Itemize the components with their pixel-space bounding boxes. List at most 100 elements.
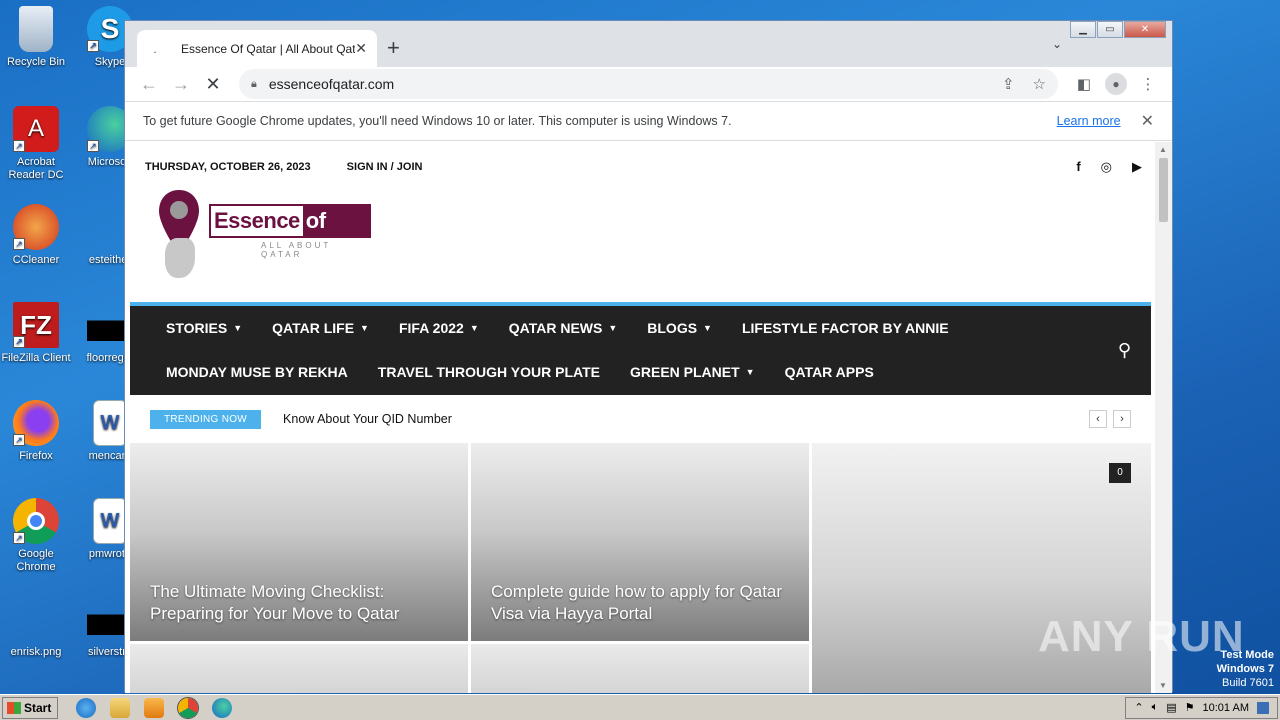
desktop-icon-label: Firefox xyxy=(19,450,53,462)
scroll-up-icon[interactable]: ▲ xyxy=(1159,145,1167,154)
featured-card-1[interactable]: The Ultimate Moving Checklist: Preparing… xyxy=(130,443,468,641)
maximize-button[interactable]: ▭ xyxy=(1097,21,1123,38)
desktop-icon-recycle-bin[interactable]: Recycle Bin xyxy=(0,6,72,69)
scrollbar-thumb[interactable] xyxy=(1159,158,1168,222)
tab-title: Essence Of Qatar | All About Qatar xyxy=(181,41,356,56)
desktop-icon-acrobat[interactable]: A ↗ Acrobat Reader DC xyxy=(0,106,72,182)
facebook-icon[interactable]: f xyxy=(1076,159,1080,175)
chrome-taskbar-icon[interactable] xyxy=(177,696,200,719)
clock[interactable]: 10:01 AM xyxy=(1203,702,1249,714)
nav-item-monday-muse[interactable]: MONDAY MUSE BY REKHA xyxy=(166,364,348,380)
learn-more-link[interactable]: Learn more xyxy=(1057,114,1121,128)
desktop-icon-filezilla[interactable]: FZ ↗ FileZilla Client xyxy=(0,302,72,365)
anyrun-watermark: ANY RUN xyxy=(1038,612,1245,661)
window-controls: ▁ ▭ ✕ xyxy=(1069,21,1166,38)
loading-favicon-icon: . xyxy=(153,41,157,56)
start-button[interactable]: Start xyxy=(2,696,59,719)
comment-count-badge[interactable]: 0 xyxy=(1109,463,1131,483)
desktop-icon-enrisk[interactable]: enrisk.png xyxy=(0,596,72,659)
featured-card-5[interactable] xyxy=(471,644,809,693)
taskbar: Start ⌃ 🔈︎ ▤ ⚑ 10:01 AM xyxy=(0,694,1280,720)
desktop-icon-label: FileZilla Client xyxy=(1,352,71,364)
acrobat-icon: A ↗ xyxy=(13,106,59,152)
close-window-button[interactable]: ✕ xyxy=(1124,21,1166,38)
new-tab-icon[interactable]: + xyxy=(387,35,400,61)
card-title[interactable]: Complete guide how to apply for Qatar Vi… xyxy=(491,581,793,625)
qatar-map-shape xyxy=(165,238,195,278)
trending-headline-link[interactable]: Know About Your QID Number xyxy=(283,412,452,426)
logo-tagline: ALL ABOUT QATAR xyxy=(261,241,332,259)
profile-avatar-icon[interactable]: ● xyxy=(1105,73,1127,95)
chevron-down-icon: ▼ xyxy=(745,367,755,377)
nav-item-blogs[interactable]: BLOGS ▼ xyxy=(647,320,712,336)
infobar-close-icon[interactable]: ✕ xyxy=(1141,111,1154,131)
tab-close-icon[interactable]: ✕ xyxy=(355,40,367,57)
internet-explorer-icon[interactable] xyxy=(76,697,97,718)
volume-icon[interactable]: 🔈︎ xyxy=(1152,701,1159,714)
desktop-icon-label: Acrobat Reader DC xyxy=(8,156,64,181)
action-center-flag-icon[interactable]: ⚑ xyxy=(1185,701,1195,714)
logo-word-essence: Essence xyxy=(211,206,303,236)
chevron-down-icon: ▼ xyxy=(233,323,243,333)
show-hidden-icons-icon[interactable]: ⌃ xyxy=(1134,701,1143,714)
tab-essence-of-qatar[interactable]: . Essence Of Qatar | All About Qatar ✕ xyxy=(137,30,377,67)
chevron-down-icon: ▼ xyxy=(360,323,369,333)
nav-item-qatar-news[interactable]: QATAR NEWS ▼ xyxy=(509,320,618,336)
back-arrow-icon[interactable]: ← xyxy=(133,74,165,95)
stop-loading-icon[interactable]: ✕ xyxy=(197,74,229,95)
youtube-icon[interactable]: ▶ xyxy=(1132,159,1142,175)
tab-search-icon[interactable]: ⌄ xyxy=(1052,37,1062,51)
address-bar[interactable]: 🔒︎ essenceofqatar.com ⇪ ☆ xyxy=(239,69,1058,99)
lock-icon[interactable]: 🔒︎ xyxy=(251,78,257,91)
nav-row-1: STORIES ▼ QATAR LIFE ▼ FIFA 2022 ▼ QATAR NE… xyxy=(166,320,949,336)
site-logo[interactable]: Essence of Qatar ALL ABOUT QATAR xyxy=(157,190,377,282)
share-icon[interactable]: ⇪ xyxy=(1002,75,1015,93)
desktop-icon-firefox[interactable]: ↗ Firefox xyxy=(0,400,72,463)
featured-card-4[interactable] xyxy=(130,644,468,693)
nav-item-green-planet[interactable]: GREEN PLANET ▼ xyxy=(630,364,755,380)
system-tray: ⌃ 🔈︎ ▤ ⚑ 10:01 AM xyxy=(1125,696,1278,719)
minimize-button[interactable]: ▁ xyxy=(1070,21,1096,38)
url-text[interactable]: essenceofqatar.com xyxy=(269,76,984,92)
test-mode-label: Test Mode Windows 7 Build 7601 xyxy=(1216,649,1274,689)
nav-item-travel-plate[interactable]: TRAVEL THROUGH YOUR PLATE xyxy=(378,364,600,380)
nav-item-lifestyle-factor[interactable]: LIFESTYLE FACTOR BY ANNIE xyxy=(742,320,949,336)
trending-badge: TRENDING NOW xyxy=(150,409,262,429)
chevron-down-icon: ▼ xyxy=(703,323,712,333)
desktop-icon-label: Google Chrome xyxy=(16,548,56,573)
page-scrollbar[interactable]: ▲ ▼ xyxy=(1155,142,1172,693)
forward-arrow-icon[interactable]: → xyxy=(165,74,197,95)
edge-taskbar-icon[interactable] xyxy=(212,697,233,718)
recycle-bin-icon xyxy=(19,6,53,52)
bookmark-star-icon[interactable]: ☆ xyxy=(1033,75,1046,93)
featured-card-2[interactable]: Complete guide how to apply for Qatar Vi… xyxy=(471,443,809,641)
desktop-icon-chrome[interactable]: ↗ Google Chrome xyxy=(0,498,72,574)
page-viewport: THURSDAY, OCTOBER 26, 2023 SIGN IN / JOI… xyxy=(125,142,1156,693)
show-desktop-icon[interactable] xyxy=(1257,701,1269,714)
tab-strip: . Essence Of Qatar | All About Qatar ✕ +… xyxy=(125,21,1172,67)
instagram-icon[interactable]: ◎ xyxy=(1101,159,1112,175)
chevron-left-icon[interactable]: ‹ xyxy=(1089,410,1107,428)
card-title[interactable]: The Ultimate Moving Checklist: Preparing… xyxy=(150,581,452,625)
nav-item-fifa-2022[interactable]: FIFA 2022 ▼ xyxy=(399,320,479,336)
desktop-icon-label: enrisk.png xyxy=(10,646,62,658)
trending-arrows: ‹ › xyxy=(1089,410,1131,428)
side-panel-icon[interactable]: ◧ xyxy=(1068,75,1100,93)
nav-item-stories[interactable]: STORIES ▼ xyxy=(166,320,242,336)
media-player-icon[interactable] xyxy=(144,697,165,718)
search-icon[interactable]: ⚲ xyxy=(1118,340,1131,361)
folder-icon[interactable] xyxy=(110,697,131,718)
nav-item-qatar-life[interactable]: QATAR LIFE ▼ xyxy=(272,320,369,336)
scroll-down-icon[interactable]: ▼ xyxy=(1159,681,1167,690)
chrome-icon: ↗ xyxy=(13,498,59,544)
menu-kebab-icon[interactable]: ⋮ xyxy=(1132,75,1164,93)
desktop-icon-ccleaner[interactable]: ↗ CCleaner xyxy=(0,204,72,267)
word-document-icon: W xyxy=(93,400,127,446)
desktop-icon-label: Skype xyxy=(94,56,126,68)
update-infobar: To get future Google Chrome updates, you… xyxy=(125,101,1172,141)
network-icon[interactable]: ▤ xyxy=(1166,701,1176,714)
chevron-right-icon[interactable]: › xyxy=(1113,410,1131,428)
signin-join-link[interactable]: SIGN IN / JOIN xyxy=(347,161,423,173)
nav-item-qatar-apps[interactable]: QATAR APPS xyxy=(785,364,874,380)
windows-flag-icon xyxy=(7,701,21,714)
